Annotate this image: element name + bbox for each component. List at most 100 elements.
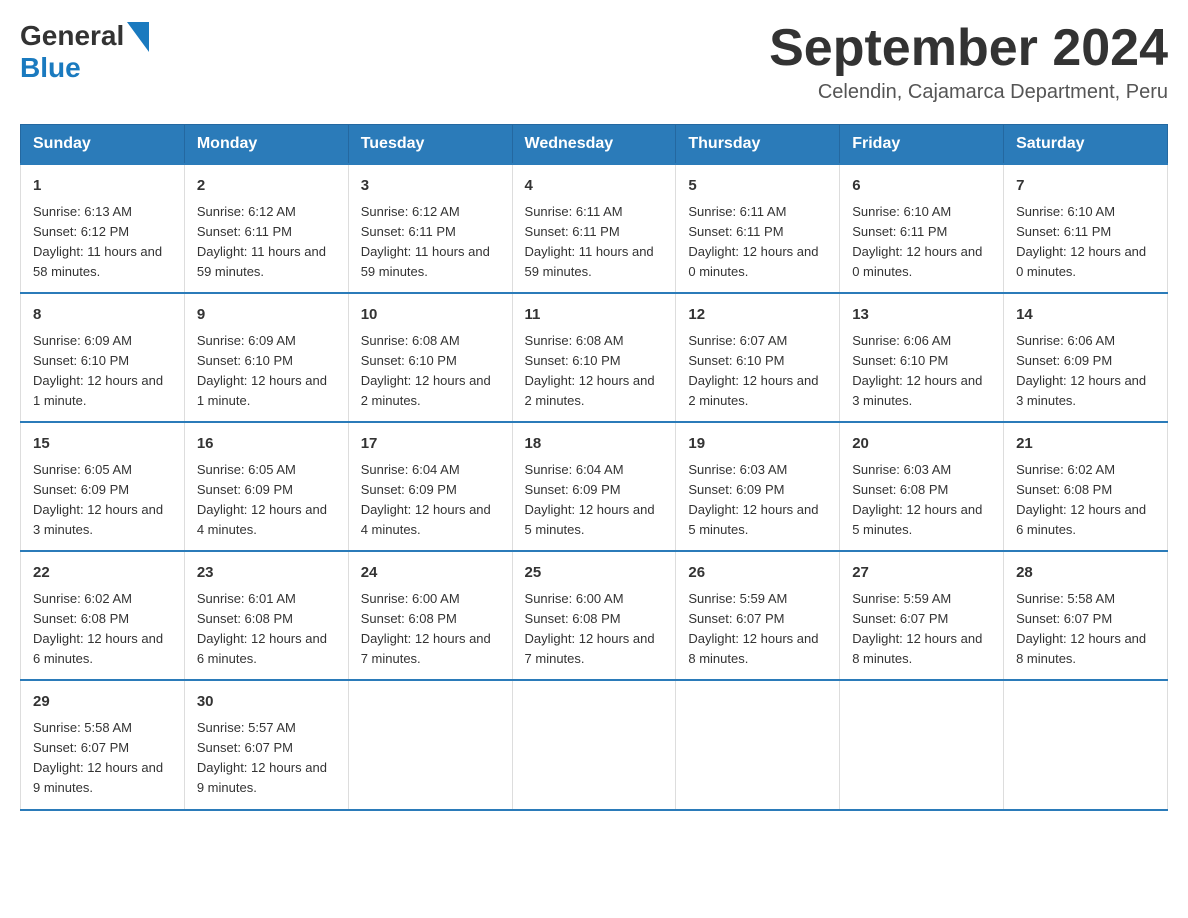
day-info: Sunrise: 6:08 AMSunset: 6:10 PMDaylight:… xyxy=(361,333,491,408)
day-number: 5 xyxy=(688,175,827,198)
day-info: Sunrise: 6:12 AMSunset: 6:11 PMDaylight:… xyxy=(197,204,326,279)
day-number: 7 xyxy=(1016,175,1155,198)
calendar-day-cell: 18 Sunrise: 6:04 AMSunset: 6:09 PMDaylig… xyxy=(512,422,676,551)
day-info: Sunrise: 6:02 AMSunset: 6:08 PMDaylight:… xyxy=(1016,462,1146,537)
day-number: 19 xyxy=(688,433,827,456)
weekday-header-tuesday: Tuesday xyxy=(348,125,512,165)
day-info: Sunrise: 6:08 AMSunset: 6:10 PMDaylight:… xyxy=(525,333,655,408)
day-info: Sunrise: 6:07 AMSunset: 6:10 PMDaylight:… xyxy=(688,333,818,408)
day-number: 4 xyxy=(525,175,664,198)
calendar-day-cell: 10 Sunrise: 6:08 AMSunset: 6:10 PMDaylig… xyxy=(348,293,512,422)
calendar-day-cell xyxy=(676,680,840,809)
calendar-day-cell: 23 Sunrise: 6:01 AMSunset: 6:08 PMDaylig… xyxy=(184,551,348,680)
day-info: Sunrise: 5:58 AMSunset: 6:07 PMDaylight:… xyxy=(1016,591,1146,666)
day-info: Sunrise: 5:59 AMSunset: 6:07 PMDaylight:… xyxy=(852,591,982,666)
calendar-day-cell: 20 Sunrise: 6:03 AMSunset: 6:08 PMDaylig… xyxy=(840,422,1004,551)
logo-triangle-icon xyxy=(127,22,149,52)
calendar-day-cell: 3 Sunrise: 6:12 AMSunset: 6:11 PMDayligh… xyxy=(348,164,512,293)
day-number: 8 xyxy=(33,304,172,327)
day-number: 1 xyxy=(33,175,172,198)
day-info: Sunrise: 6:05 AMSunset: 6:09 PMDaylight:… xyxy=(33,462,163,537)
calendar-day-cell: 17 Sunrise: 6:04 AMSunset: 6:09 PMDaylig… xyxy=(348,422,512,551)
calendar-day-cell: 9 Sunrise: 6:09 AMSunset: 6:10 PMDayligh… xyxy=(184,293,348,422)
calendar-table: SundayMondayTuesdayWednesdayThursdayFrid… xyxy=(20,124,1168,810)
day-number: 2 xyxy=(197,175,336,198)
calendar-day-cell xyxy=(840,680,1004,809)
location-label: Celendin, Cajamarca Department, Peru xyxy=(769,81,1168,104)
calendar-day-cell: 4 Sunrise: 6:11 AMSunset: 6:11 PMDayligh… xyxy=(512,164,676,293)
day-number: 17 xyxy=(361,433,500,456)
day-number: 26 xyxy=(688,562,827,585)
day-info: Sunrise: 6:11 AMSunset: 6:11 PMDaylight:… xyxy=(525,204,654,279)
month-title: September 2024 xyxy=(769,20,1168,77)
day-info: Sunrise: 6:10 AMSunset: 6:11 PMDaylight:… xyxy=(1016,204,1146,279)
day-info: Sunrise: 5:59 AMSunset: 6:07 PMDaylight:… xyxy=(688,591,818,666)
calendar-day-cell: 6 Sunrise: 6:10 AMSunset: 6:11 PMDayligh… xyxy=(840,164,1004,293)
calendar-day-cell: 25 Sunrise: 6:00 AMSunset: 6:08 PMDaylig… xyxy=(512,551,676,680)
day-number: 25 xyxy=(525,562,664,585)
day-number: 21 xyxy=(1016,433,1155,456)
day-info: Sunrise: 6:04 AMSunset: 6:09 PMDaylight:… xyxy=(525,462,655,537)
day-number: 22 xyxy=(33,562,172,585)
calendar-week-row: 1 Sunrise: 6:13 AMSunset: 6:12 PMDayligh… xyxy=(21,164,1168,293)
day-number: 24 xyxy=(361,562,500,585)
calendar-week-row: 29 Sunrise: 5:58 AMSunset: 6:07 PMDaylig… xyxy=(21,680,1168,809)
calendar-week-row: 22 Sunrise: 6:02 AMSunset: 6:08 PMDaylig… xyxy=(21,551,1168,680)
calendar-header-row: SundayMondayTuesdayWednesdayThursdayFrid… xyxy=(21,125,1168,165)
day-number: 6 xyxy=(852,175,991,198)
weekday-header-wednesday: Wednesday xyxy=(512,125,676,165)
day-info: Sunrise: 5:57 AMSunset: 6:07 PMDaylight:… xyxy=(197,720,327,795)
calendar-day-cell xyxy=(1004,680,1168,809)
calendar-day-cell: 29 Sunrise: 5:58 AMSunset: 6:07 PMDaylig… xyxy=(21,680,185,809)
weekday-header-sunday: Sunday xyxy=(21,125,185,165)
day-number: 10 xyxy=(361,304,500,327)
day-number: 13 xyxy=(852,304,991,327)
day-info: Sunrise: 6:00 AMSunset: 6:08 PMDaylight:… xyxy=(525,591,655,666)
day-number: 27 xyxy=(852,562,991,585)
weekday-header-friday: Friday xyxy=(840,125,1004,165)
weekday-header-monday: Monday xyxy=(184,125,348,165)
weekday-header-thursday: Thursday xyxy=(676,125,840,165)
day-number: 20 xyxy=(852,433,991,456)
calendar-day-cell: 19 Sunrise: 6:03 AMSunset: 6:09 PMDaylig… xyxy=(676,422,840,551)
day-number: 15 xyxy=(33,433,172,456)
day-number: 9 xyxy=(197,304,336,327)
day-number: 12 xyxy=(688,304,827,327)
day-info: Sunrise: 6:12 AMSunset: 6:11 PMDaylight:… xyxy=(361,204,490,279)
calendar-day-cell xyxy=(348,680,512,809)
day-info: Sunrise: 6:03 AMSunset: 6:09 PMDaylight:… xyxy=(688,462,818,537)
day-info: Sunrise: 6:13 AMSunset: 6:12 PMDaylight:… xyxy=(33,204,162,279)
day-number: 30 xyxy=(197,691,336,714)
day-number: 29 xyxy=(33,691,172,714)
logo: General Blue xyxy=(20,20,149,84)
logo-blue: Blue xyxy=(20,52,81,83)
day-number: 14 xyxy=(1016,304,1155,327)
day-info: Sunrise: 5:58 AMSunset: 6:07 PMDaylight:… xyxy=(33,720,163,795)
calendar-day-cell: 16 Sunrise: 6:05 AMSunset: 6:09 PMDaylig… xyxy=(184,422,348,551)
day-number: 23 xyxy=(197,562,336,585)
page-header: General Blue September 2024 Celendin, Ca… xyxy=(20,20,1168,104)
day-info: Sunrise: 6:06 AMSunset: 6:09 PMDaylight:… xyxy=(1016,333,1146,408)
day-info: Sunrise: 6:05 AMSunset: 6:09 PMDaylight:… xyxy=(197,462,327,537)
calendar-day-cell: 30 Sunrise: 5:57 AMSunset: 6:07 PMDaylig… xyxy=(184,680,348,809)
calendar-day-cell: 22 Sunrise: 6:02 AMSunset: 6:08 PMDaylig… xyxy=(21,551,185,680)
calendar-day-cell: 14 Sunrise: 6:06 AMSunset: 6:09 PMDaylig… xyxy=(1004,293,1168,422)
calendar-day-cell xyxy=(512,680,676,809)
day-info: Sunrise: 6:11 AMSunset: 6:11 PMDaylight:… xyxy=(688,204,818,279)
calendar-week-row: 15 Sunrise: 6:05 AMSunset: 6:09 PMDaylig… xyxy=(21,422,1168,551)
day-number: 16 xyxy=(197,433,336,456)
calendar-day-cell: 27 Sunrise: 5:59 AMSunset: 6:07 PMDaylig… xyxy=(840,551,1004,680)
calendar-day-cell: 2 Sunrise: 6:12 AMSunset: 6:11 PMDayligh… xyxy=(184,164,348,293)
logo-general: General xyxy=(20,20,124,52)
day-info: Sunrise: 6:09 AMSunset: 6:10 PMDaylight:… xyxy=(197,333,327,408)
day-number: 28 xyxy=(1016,562,1155,585)
calendar-day-cell: 7 Sunrise: 6:10 AMSunset: 6:11 PMDayligh… xyxy=(1004,164,1168,293)
weekday-header-saturday: Saturday xyxy=(1004,125,1168,165)
day-info: Sunrise: 6:04 AMSunset: 6:09 PMDaylight:… xyxy=(361,462,491,537)
day-info: Sunrise: 6:01 AMSunset: 6:08 PMDaylight:… xyxy=(197,591,327,666)
day-info: Sunrise: 6:06 AMSunset: 6:10 PMDaylight:… xyxy=(852,333,982,408)
calendar-day-cell: 1 Sunrise: 6:13 AMSunset: 6:12 PMDayligh… xyxy=(21,164,185,293)
calendar-day-cell: 13 Sunrise: 6:06 AMSunset: 6:10 PMDaylig… xyxy=(840,293,1004,422)
day-info: Sunrise: 6:09 AMSunset: 6:10 PMDaylight:… xyxy=(33,333,163,408)
calendar-day-cell: 26 Sunrise: 5:59 AMSunset: 6:07 PMDaylig… xyxy=(676,551,840,680)
